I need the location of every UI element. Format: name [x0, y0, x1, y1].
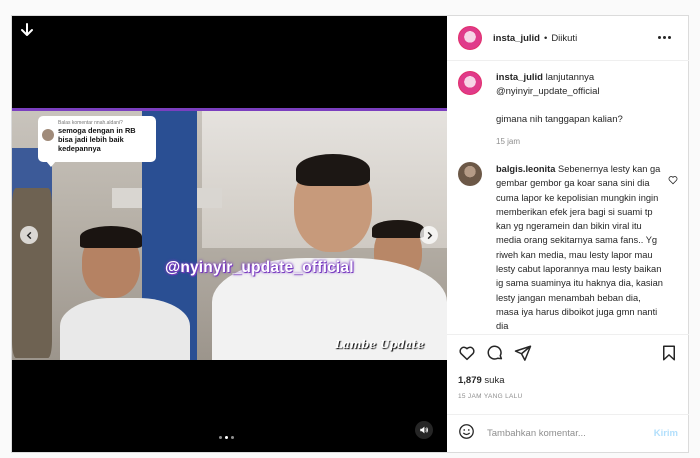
- next-slide-button[interactable]: [420, 226, 438, 244]
- overlay-comment-avatar: [42, 129, 54, 141]
- caption-mention[interactable]: @nyinyir_update_official: [496, 86, 599, 97]
- right-man-hair: [372, 220, 424, 238]
- post-media: Balas komentar nnah.aldani? semoga denga…: [12, 16, 447, 452]
- chevron-left-icon: [26, 231, 31, 239]
- author-username[interactable]: insta_julid: [493, 33, 540, 44]
- speaker-icon: [420, 426, 428, 434]
- like-heart-icon[interactable]: [458, 344, 476, 367]
- download-arrow-icon[interactable]: [18, 22, 36, 40]
- caption-text: lanjutannya: [545, 72, 595, 83]
- more-options-icon[interactable]: [658, 36, 671, 39]
- post-header: insta_julid • Diikuti: [447, 16, 689, 61]
- comment-text: Sebenernya lesty kan ga gembar gembor ga…: [496, 164, 663, 332]
- author-avatar[interactable]: [458, 26, 482, 50]
- video-top-strip: [12, 108, 447, 111]
- overlay-comment-bubble: Balas komentar nnah.aldani? semoga denga…: [38, 116, 156, 167]
- save-bookmark-icon[interactable]: [660, 344, 678, 367]
- caption-username[interactable]: insta_julid: [496, 72, 543, 83]
- chevron-right-icon: [427, 231, 432, 239]
- video-watermark: @nyinyir_update_official: [165, 259, 354, 276]
- commenter-username[interactable]: balgis.leonita: [496, 164, 555, 174]
- commenter-avatar[interactable]: [458, 162, 482, 186]
- carousel-dot-active: [225, 436, 228, 439]
- comment-input[interactable]: [487, 428, 637, 439]
- likes-count[interactable]: 1,879 suka: [458, 375, 505, 386]
- follow-status-button[interactable]: Diikuti: [551, 33, 577, 44]
- carousel-dot: [231, 436, 234, 439]
- comment-item: balgis.leonita Sebenernya lesty kan ga g…: [458, 162, 682, 334]
- carousel-indicator: [219, 436, 234, 439]
- post-dialog: Balas komentar nnah.aldani? semoga denga…: [11, 15, 689, 453]
- comments-list[interactable]: insta_julid lanjutannya @nyinyir_update_…: [447, 62, 689, 334]
- audio-toggle-button[interactable]: [415, 421, 433, 439]
- left-man-body: [60, 298, 190, 360]
- post-side-panel: insta_julid • Diikuti insta_julid lanjut…: [447, 16, 689, 452]
- corner-logo: Lambe Update: [335, 338, 425, 351]
- likes-number: 1,879: [458, 375, 482, 386]
- officer-figure: [12, 188, 52, 358]
- comment-bubble-icon[interactable]: [486, 344, 504, 367]
- emoji-smiley-icon[interactable]: [458, 423, 475, 445]
- add-comment-bar: Kirim: [447, 414, 689, 452]
- likes-label: suka: [484, 375, 505, 386]
- caption-avatar[interactable]: [458, 71, 482, 95]
- caption-time: 15 jam: [496, 137, 521, 146]
- comment-like-heart-icon[interactable]: [668, 172, 678, 185]
- post-comment-button[interactable]: Kirim: [654, 428, 678, 439]
- carousel-dot: [219, 436, 222, 439]
- caption-question: gimana nih tanggapan kalian?: [496, 114, 623, 125]
- post-timestamp: 15 JAM YANG LALU: [458, 393, 523, 400]
- main-man-hair: [296, 154, 370, 186]
- previous-slide-button[interactable]: [20, 226, 38, 244]
- post-actions: 1,879 suka 15 JAM YANG LALU: [447, 334, 689, 414]
- post-caption: insta_julid lanjutannya @nyinyir_update_…: [458, 71, 678, 149]
- overlay-comment-text: semoga dengan in RB bisa jadi lebih baik…: [58, 126, 136, 153]
- share-paper-plane-icon[interactable]: [514, 344, 532, 367]
- header-separator: •: [543, 32, 548, 44]
- video-frame[interactable]: Balas komentar nnah.aldani? semoga denga…: [12, 108, 447, 360]
- left-man-hair: [80, 226, 142, 248]
